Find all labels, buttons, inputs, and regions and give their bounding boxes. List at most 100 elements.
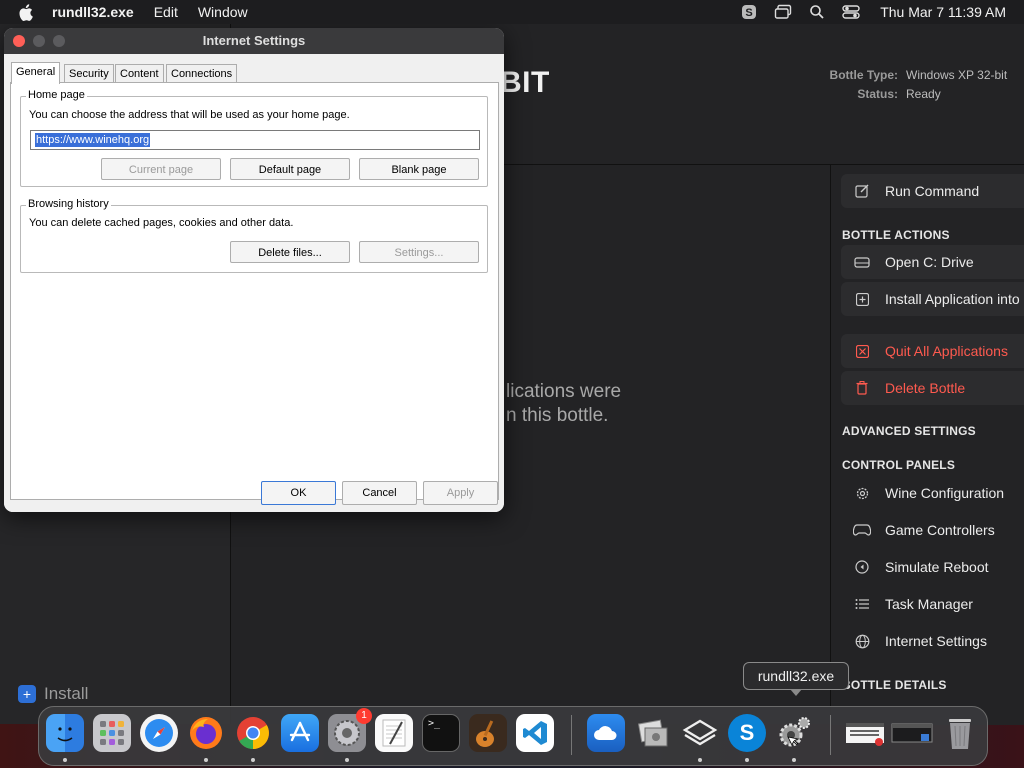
delete-bottle-button[interactable]: Delete Bottle [841, 371, 1024, 405]
apply-button[interactable]: Apply [423, 481, 498, 505]
skype-icon[interactable]: S [728, 714, 766, 752]
default-page-button[interactable]: Default page [230, 158, 350, 180]
textedit-icon[interactable] [375, 714, 413, 752]
apple-icon[interactable] [16, 2, 36, 22]
browsing-history-group: Browsing history You can delete cached p… [20, 198, 488, 273]
dialog-titlebar[interactable]: Internet Settings [4, 28, 504, 54]
bottle-actions-header: BOTTLE ACTIONS [842, 228, 950, 242]
install-application-label: Install Application into Bottle [885, 291, 1024, 307]
trash-dock-icon[interactable] [941, 714, 979, 752]
control-center-icon[interactable] [842, 3, 860, 21]
app-menu[interactable]: rundll32.exe [52, 4, 134, 20]
current-page-button[interactable]: Current page [101, 158, 221, 180]
finder-running-indicator [63, 758, 67, 762]
bottle-details-header[interactable]: BOTTLE DETAILS [842, 678, 947, 692]
tab-connections[interactable]: Connections [166, 64, 238, 83]
home-page-group-label: Home page [26, 89, 87, 101]
menubar-clock[interactable]: Thu Mar 7 11:39 AM [880, 4, 1006, 20]
browsing-history-group-label: Browsing history [26, 198, 111, 210]
run-command-label: Run Command [885, 183, 980, 199]
safari-icon[interactable] [140, 714, 178, 752]
run-command-button[interactable]: Run Command [841, 174, 1024, 208]
game-controllers-label: Game Controllers [885, 522, 995, 538]
close-square-icon [853, 342, 871, 360]
home-page-group: Home page You can choose the address tha… [20, 89, 488, 187]
task-manager-button[interactable]: Task Manager [841, 587, 1024, 621]
whisky-icon[interactable] [681, 714, 719, 752]
tab-general[interactable]: General [11, 62, 61, 84]
open-c-drive-label: Open C: Drive [885, 254, 974, 270]
dock-separator [571, 715, 572, 755]
system-settings-icon[interactable]: 1 [328, 708, 372, 752]
gamepad-icon [853, 521, 871, 539]
advanced-settings-header[interactable]: ADVANCED SETTINGS [842, 424, 976, 438]
control-panels-header: CONTROL PANELS [842, 458, 956, 472]
home-page-url-input[interactable]: https://www.winehq.org [30, 130, 480, 150]
plus-square-icon [853, 290, 871, 308]
chrome-running-indicator [251, 758, 255, 762]
quit-all-applications-button[interactable]: Quit All Applications [841, 334, 1024, 368]
dock-tooltip: rundll32.exe [743, 662, 849, 696]
tab-content[interactable]: Content [115, 64, 164, 83]
reboot-icon [853, 558, 871, 576]
preview-icon[interactable] [634, 714, 672, 752]
bottle-type-label: Bottle Type: [829, 68, 898, 82]
rundll32-running-indicator [792, 758, 796, 762]
empty-message-line-2: n this bottle. [506, 405, 609, 426]
launchpad-icon[interactable] [93, 714, 131, 752]
list-icon [853, 595, 871, 613]
home-page-url-value: https://www.winehq.org [35, 133, 151, 147]
tooltip-pointer [790, 689, 802, 696]
garageband-icon[interactable] [469, 714, 507, 752]
tab-security[interactable]: Security [64, 64, 114, 83]
wine-configuration-button[interactable]: Wine Configuration [841, 476, 1024, 510]
task-manager-label: Task Manager [885, 596, 973, 612]
spotlight-search-icon[interactable] [808, 3, 826, 21]
finder-icon[interactable] [46, 714, 84, 752]
app-store-icon[interactable] [281, 714, 319, 752]
install-label: Install [44, 684, 89, 703]
rundll32-gear-icon[interactable] [775, 714, 813, 752]
history-settings-button[interactable]: Settings... [359, 241, 479, 263]
empty-message-line-1: lications were [506, 381, 622, 402]
delete-files-button[interactable]: Delete files... [230, 241, 350, 263]
wine-configuration-label: Wine Configuration [885, 485, 1005, 501]
game-controllers-button[interactable]: Game Controllers [841, 513, 1024, 547]
menu-bar: rundll32.exe Edit Window S Thu Mar 7 11:… [0, 0, 1024, 24]
screen-mirror-icon[interactable] [774, 3, 792, 21]
quit-all-label: Quit All Applications [885, 343, 1008, 359]
chrome-icon[interactable] [234, 714, 272, 752]
install-button[interactable]: + Install [18, 684, 88, 704]
minimized-window-icon-2[interactable] [891, 714, 933, 752]
edit-icon [853, 182, 871, 200]
bottle-title: BIT [500, 66, 550, 99]
terminal-icon[interactable]: >_ [422, 714, 460, 752]
blank-page-button[interactable]: Blank page [359, 158, 479, 180]
window-menu[interactable]: Window [198, 4, 248, 20]
empty-programs-message: lications were n this bottle. [506, 380, 621, 428]
firefox-icon[interactable] [187, 714, 225, 752]
internet-settings-label: Internet Settings [885, 633, 987, 649]
install-application-button[interactable]: Install Application into Bottle [841, 282, 1024, 316]
svg-text:S: S [746, 7, 753, 19]
weather-icon[interactable] [587, 714, 625, 752]
bottle-status-value: Ready [906, 87, 941, 101]
firefox-running-indicator [204, 758, 208, 762]
whisky-running-indicator [698, 758, 702, 762]
gear-icon [853, 484, 871, 502]
skype-status-icon[interactable]: S [740, 3, 758, 21]
open-c-drive-button[interactable]: Open C: Drive [841, 245, 1024, 279]
bottle-actions-panel: Run Command BOTTLE ACTIONS Open C: Drive… [830, 165, 1024, 725]
general-tab-page: Home page You can choose the address tha… [10, 82, 499, 500]
simulate-reboot-button[interactable]: Simulate Reboot [841, 550, 1024, 584]
edit-menu[interactable]: Edit [154, 4, 178, 20]
cancel-button[interactable]: Cancel [342, 481, 417, 505]
minimized-window-icon[interactable] [845, 714, 885, 752]
bottle-status-label: Status: [857, 87, 898, 101]
vscode-icon[interactable] [516, 714, 554, 752]
settings-running-indicator [345, 758, 349, 762]
internet-settings-button[interactable]: Internet Settings [841, 624, 1024, 658]
ok-button[interactable]: OK [261, 481, 336, 505]
bottle-type-row: Bottle Type: Windows XP 32-bit [818, 68, 1008, 82]
bottle-type-value: Windows XP 32-bit [906, 68, 1008, 82]
